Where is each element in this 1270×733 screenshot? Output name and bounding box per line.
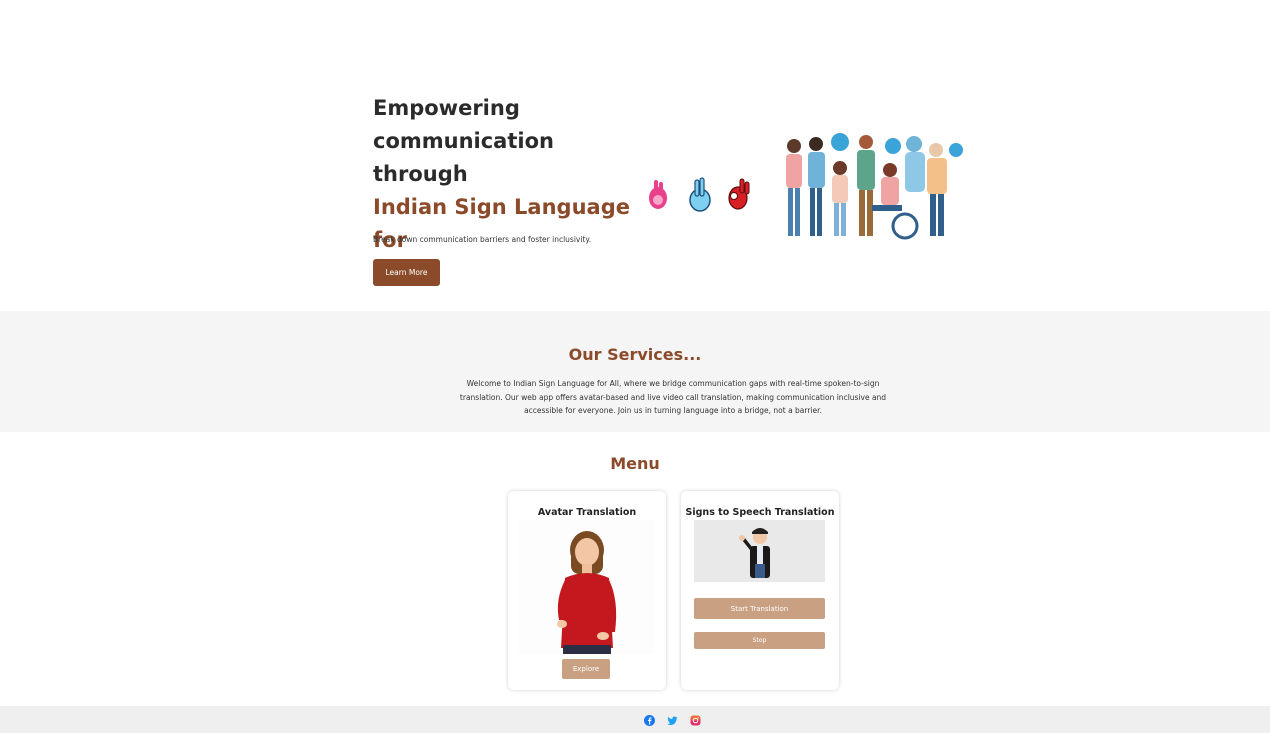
services-heading: Our Services... [568,345,702,364]
speech-bubble-icon [831,133,849,151]
stop-button[interactable]: Stop [694,632,825,649]
hero-title-line2: communication through [373,129,554,186]
avatar-image [519,520,655,654]
speech-bubble-icon [949,143,963,157]
learn-more-button[interactable]: Learn More [373,259,440,286]
hero-section: Empowering communication through Indian … [0,0,1270,311]
services-description: Welcome to Indian Sign Language for All,… [459,379,887,415]
red-hand-icon [728,178,750,210]
blue-hand-icon [689,177,711,212]
video-preview [694,520,825,582]
services-section: Our Services... Welcome to Indian Sign L… [0,311,1270,432]
footer [0,706,1270,733]
hand-signs-illustration [649,177,750,212]
signs-to-speech-card: Signs to Speech Translation Start Transl… [681,491,839,690]
hero-title-accent1: Indian Sign Language for [373,195,630,252]
instagram-icon[interactable] [690,715,701,726]
hero-subtitle: Break down communication barriers and fo… [373,235,592,244]
hero-title-line1: Empowering [373,96,520,120]
accessibility-icon [885,138,901,154]
avatar-translation-card: Avatar Translation Explore [508,491,666,690]
people-group-illustration [786,133,963,240]
start-translation-button[interactable]: Start Translation [694,598,825,619]
pink-hand-icon [649,180,667,209]
card-title: Avatar Translation [537,507,637,518]
twitter-icon[interactable] [667,715,678,726]
card-title: Signs to Speech Translation [685,507,835,518]
explore-button[interactable]: Explore [562,659,610,679]
facebook-icon[interactable] [644,715,655,726]
menu-heading: Menu [610,454,660,473]
